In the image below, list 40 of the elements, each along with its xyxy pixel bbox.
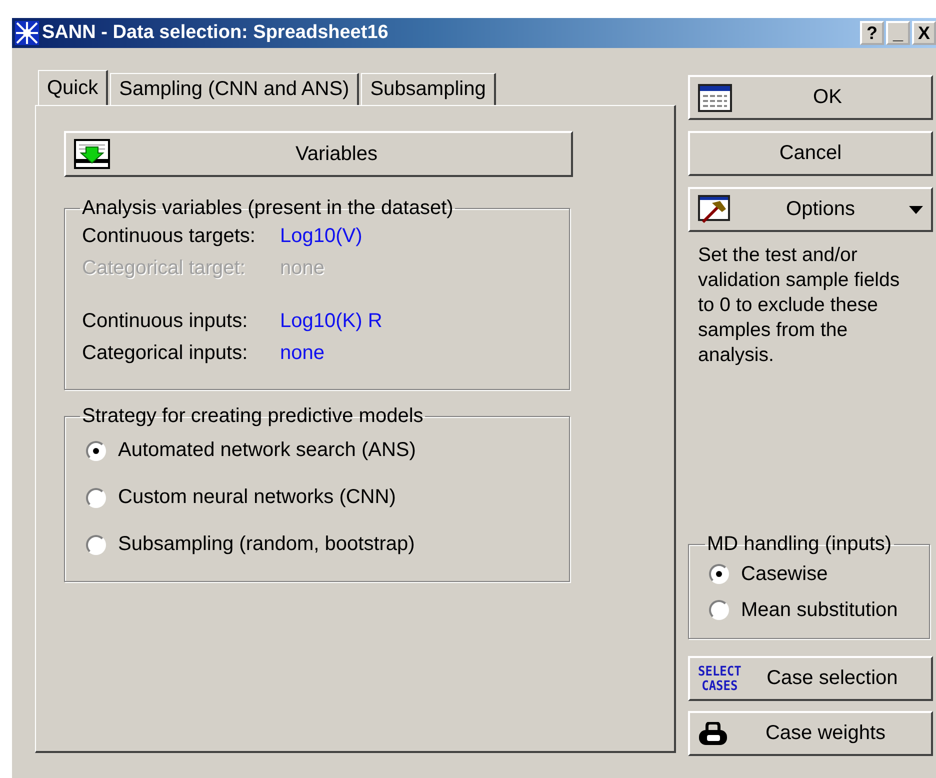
caret-icon xyxy=(909,206,923,214)
dialog-button[interactable]: Options xyxy=(688,187,933,232)
tab[interactable]: Quick xyxy=(38,70,108,105)
group-title: Strategy for creating predictive models xyxy=(81,405,424,428)
radio-button[interactable] xyxy=(86,534,106,554)
field-value: Log10(V) xyxy=(280,224,362,248)
weight-icon xyxy=(698,722,728,746)
dialog-button[interactable]: SELECT CASES Case selection xyxy=(688,656,933,701)
group-title: Analysis variables (present in the dataset) xyxy=(81,197,454,220)
hammer-icon xyxy=(698,194,732,224)
radio-button[interactable] xyxy=(86,440,106,460)
radio-label: Subsampling (random, bootstrap) xyxy=(118,533,415,556)
title-bar-button[interactable]: X xyxy=(912,21,936,45)
title-bar-button[interactable]: ? xyxy=(860,21,884,45)
network-icon xyxy=(14,20,40,46)
radio-label: Casewise xyxy=(741,562,828,586)
radio-label: Automated network search (ANS) xyxy=(118,439,416,462)
tab[interactable]: Sampling (CNN and ANS) xyxy=(110,73,360,105)
radio-button[interactable] xyxy=(86,488,106,508)
radio-button[interactable] xyxy=(709,564,729,584)
radio-button[interactable] xyxy=(709,600,729,620)
radio-label: Mean substitution xyxy=(741,598,898,622)
help-text: Set the test and/or validation sample fields to 0 to exclude these samples from the analysis. xyxy=(698,243,901,368)
field-value: Log10(K) R xyxy=(280,310,382,332)
field-label: Continuous inputs: xyxy=(82,310,249,332)
title-bar-button[interactable]: _ xyxy=(886,21,910,45)
field-label: Continuous targets: xyxy=(82,224,256,248)
radio-label: Custom neural networks (CNN) xyxy=(118,486,396,509)
select-cases-icon: SELECT CASES xyxy=(698,664,742,693)
dialog-button[interactable]: OK xyxy=(688,75,933,120)
field-value: none xyxy=(280,342,324,364)
group-title: MD handling (inputs) xyxy=(706,533,893,556)
variables-button[interactable]: Variables xyxy=(64,131,573,177)
table-icon xyxy=(698,84,732,112)
tab[interactable]: Subsampling xyxy=(361,73,496,105)
spreadsheet-arrow-icon xyxy=(74,139,110,169)
field-label: Categorical inputs: xyxy=(82,342,249,364)
dialog-button[interactable]: Cancel xyxy=(688,131,933,176)
dialog-button[interactable]: Case weights xyxy=(688,711,933,756)
window-title: SANN - Data selection: Spreadsheet16 xyxy=(42,22,390,44)
